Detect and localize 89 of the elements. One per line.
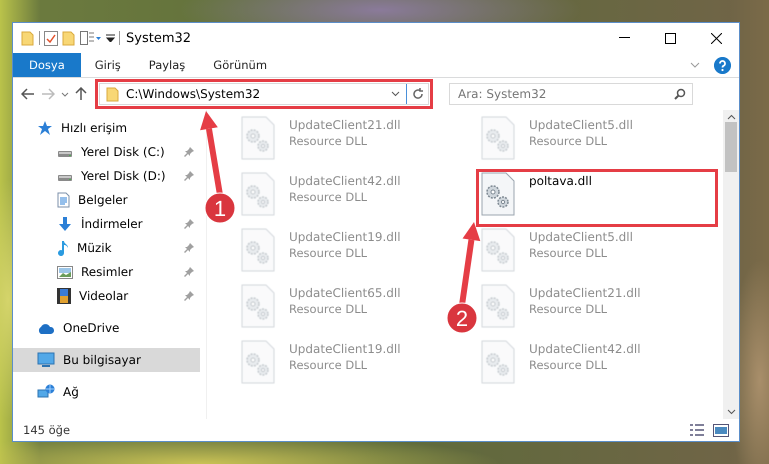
search-box[interactable]: Ara: System32 — [449, 83, 693, 105]
ribbon-tab[interactable]: Paylaş — [134, 53, 200, 77]
window-title: System32 — [126, 30, 192, 46]
settings-file-icon — [241, 340, 275, 384]
sidebar-item[interactable]: Resimler — [13, 260, 200, 284]
file-name: UpdateClient5.dll — [529, 118, 633, 132]
file-name: poltava.dll — [529, 174, 592, 188]
sidebar-item[interactable]: Müzik — [13, 236, 200, 260]
folder-icon — [21, 30, 35, 46]
settings-file-icon — [481, 172, 515, 216]
file-name: UpdateClient19.dll — [289, 342, 401, 356]
settings-file-icon — [481, 284, 515, 328]
file-type: Resource DLL — [289, 302, 368, 316]
file-item[interactable]: poltava.dll — [477, 170, 717, 226]
landscape-picture-icon — [57, 266, 73, 278]
settings-file-icon — [481, 340, 515, 384]
customize-toolbar-icon[interactable] — [106, 34, 115, 42]
refresh-icon — [412, 88, 424, 100]
item-count: 145 öğe — [23, 423, 72, 437]
monitor-icon — [37, 352, 55, 368]
ribbon-tab[interactable]: Dosya — [13, 53, 81, 77]
sidebar-item[interactable]: İndirmeler — [13, 212, 200, 236]
file-type: Resource DLL — [289, 358, 368, 372]
file-type: Resource DLL — [289, 246, 368, 260]
file-type: Resource DLL — [289, 190, 368, 204]
settings-file-icon — [241, 284, 275, 328]
download-arrow-icon — [57, 216, 73, 232]
file-name: UpdateClient19.dll — [289, 230, 401, 244]
step-badge: 2 — [446, 302, 478, 334]
maximize-icon — [664, 32, 676, 44]
sidebar-item[interactable]: Videolar — [13, 284, 200, 308]
sidebar-item[interactable]: Hızlı erişim — [13, 116, 200, 140]
pin-icon[interactable] — [184, 243, 194, 253]
settings-file-icon — [241, 116, 275, 160]
sidebar-item[interactable]: Yerel Disk (D:) — [13, 164, 200, 188]
file-name: UpdateClient5.dll — [529, 230, 633, 244]
settings-file-icon — [241, 172, 275, 216]
up-button[interactable] — [75, 87, 87, 101]
back-button[interactable] — [21, 88, 35, 100]
pin-icon[interactable] — [184, 147, 194, 157]
folder-icon — [106, 86, 120, 102]
scroll-up-icon[interactable] — [726, 114, 736, 120]
cloud-icon — [37, 322, 55, 334]
sidebar-item[interactable]: Belgeler — [13, 188, 200, 212]
sidebar-item[interactable]: OneDrive — [13, 316, 200, 340]
sidebar-item[interactable]: Yerel Disk (C:) — [13, 140, 200, 164]
file-name: UpdateClient21.dll — [529, 286, 641, 300]
file-name: UpdateClient65.dll — [289, 286, 401, 300]
pin-icon[interactable] — [184, 219, 194, 229]
properties-icon[interactable] — [44, 30, 58, 46]
document-icon — [57, 192, 70, 208]
large-icons-view-icon[interactable] — [713, 424, 729, 436]
ribbon-tab[interactable]: Görünüm — [199, 53, 282, 77]
pin-icon[interactable] — [184, 267, 194, 277]
settings-file-icon — [481, 228, 515, 272]
file-name: UpdateClient42.dll — [529, 342, 641, 356]
file-type: Resource DLL — [529, 358, 608, 372]
music-note-icon — [57, 240, 69, 256]
star-icon — [37, 120, 53, 136]
sidebar-item[interactable]: Ağ — [13, 380, 200, 404]
refresh-button[interactable] — [406, 84, 424, 104]
help-icon[interactable] — [714, 56, 731, 74]
file-name: UpdateClient21.dll — [289, 118, 401, 132]
pin-icon[interactable] — [184, 291, 194, 301]
network-globe-icon — [37, 384, 55, 400]
file-type: Resource DLL — [529, 134, 608, 148]
step-badge: 1 — [204, 192, 236, 224]
scroll-down-icon[interactable] — [726, 409, 736, 415]
minimize-icon — [618, 37, 630, 39]
sidebar-item[interactable]: Bu bilgisayar — [13, 348, 200, 372]
file-type: Resource DLL — [529, 302, 608, 316]
search-icon[interactable] — [674, 88, 686, 100]
pin-icon[interactable] — [184, 171, 194, 181]
scrollbar[interactable] — [723, 110, 739, 419]
close-icon — [710, 32, 722, 44]
ribbon-tab[interactable]: Giriş — [80, 53, 135, 77]
new-folder-icon — [62, 30, 76, 46]
dropdown-icon[interactable] — [391, 91, 400, 97]
expand-ribbon-icon[interactable] — [690, 62, 700, 68]
film-strip-icon — [57, 288, 71, 304]
view-options-icon[interactable] — [80, 31, 102, 45]
file-type: Resource DLL — [529, 246, 608, 260]
settings-file-icon — [241, 228, 275, 272]
settings-file-icon — [481, 116, 515, 160]
file-type: Resource DLL — [289, 134, 368, 148]
recent-locations-button[interactable] — [61, 92, 69, 96]
file-name: UpdateClient42.dll — [289, 174, 401, 188]
scroll-thumb[interactable] — [725, 122, 737, 172]
details-view-icon[interactable] — [689, 424, 705, 436]
